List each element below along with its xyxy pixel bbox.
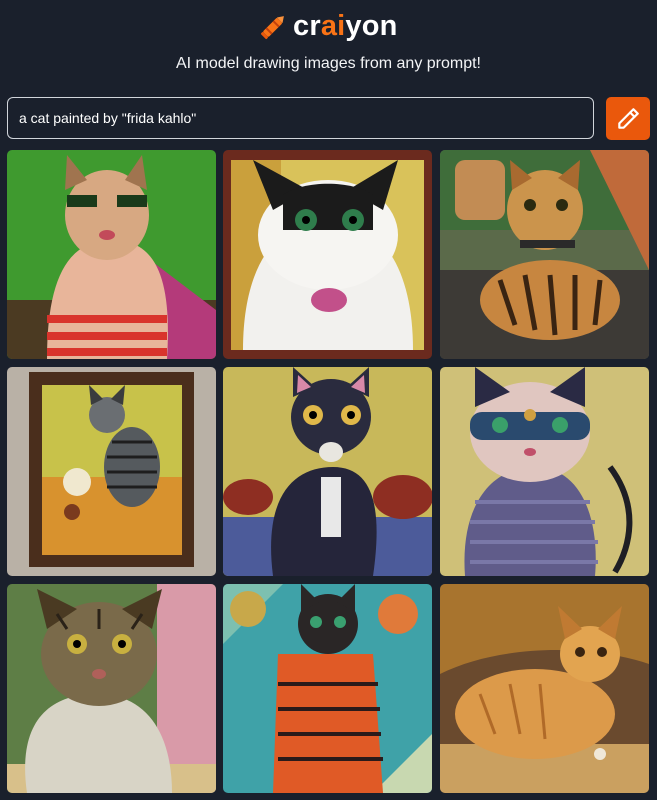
cat-painting-image bbox=[223, 150, 432, 359]
cat-painting-image bbox=[440, 367, 649, 576]
logo[interactable]: craiyon bbox=[258, 10, 398, 42]
tagline: AI model drawing images from any prompt! bbox=[175, 55, 481, 72]
cat-painting-image bbox=[440, 150, 649, 359]
result-image-8[interactable] bbox=[223, 584, 432, 793]
cat-painting-image bbox=[7, 584, 216, 793]
logo-text-prefix: cr bbox=[293, 10, 321, 42]
result-image-1[interactable] bbox=[7, 150, 216, 359]
cat-painting-image bbox=[440, 584, 649, 793]
logo-text: craiyon bbox=[293, 10, 398, 42]
result-image-6[interactable] bbox=[440, 367, 649, 576]
cat-painting-image bbox=[7, 367, 216, 576]
result-image-2[interactable] bbox=[223, 150, 432, 359]
cat-painting-image bbox=[7, 150, 216, 359]
cat-painting-image bbox=[223, 584, 432, 793]
result-image-4[interactable] bbox=[7, 367, 216, 576]
logo-text-suffix: yon bbox=[345, 10, 398, 42]
pencil-icon bbox=[618, 107, 639, 129]
result-image-9[interactable] bbox=[440, 584, 649, 793]
prompt-input[interactable] bbox=[19, 98, 579, 138]
header: craiyon bbox=[0, 0, 657, 48]
result-image-3[interactable] bbox=[440, 150, 649, 359]
cat-painting-image bbox=[223, 367, 432, 576]
crayon-icon bbox=[260, 16, 284, 40]
draw-button[interactable] bbox=[606, 97, 650, 140]
result-image-5[interactable] bbox=[223, 367, 432, 576]
logo-text-accent: ai bbox=[320, 10, 346, 42]
result-image-7[interactable] bbox=[7, 584, 216, 793]
search-box[interactable] bbox=[7, 97, 594, 139]
